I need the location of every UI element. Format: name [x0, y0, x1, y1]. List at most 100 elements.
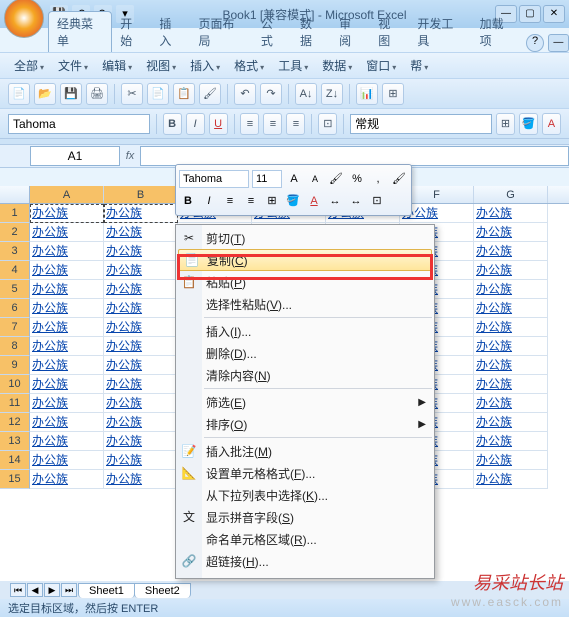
cell-A9[interactable]: 办公族	[30, 356, 104, 375]
mini-italic[interactable]: I	[200, 192, 218, 210]
context-item-2[interactable]: 📋粘贴(P)	[176, 271, 434, 293]
cell-B5[interactable]: 办公族	[104, 280, 178, 299]
cell-G2[interactable]: 办公族	[474, 223, 548, 242]
cell-A7[interactable]: 办公族	[30, 318, 104, 337]
context-item-13[interactable]: 📐设置单元格格式(F)...	[176, 462, 434, 484]
underline-button[interactable]: U	[209, 113, 228, 135]
align-center-icon[interactable]: ≡	[263, 113, 282, 135]
ribbon-tab-7[interactable]: 视图	[370, 12, 409, 52]
print-icon[interactable]: 🖨	[86, 83, 108, 105]
cell-A15[interactable]: 办公族	[30, 470, 104, 489]
context-item-6[interactable]: 删除(D)...	[176, 342, 434, 364]
cell-G7[interactable]: 办公族	[474, 318, 548, 337]
font-color-icon[interactable]: A	[542, 113, 561, 135]
context-item-17[interactable]: 🔗超链接(H)...	[176, 550, 434, 572]
help-button[interactable]: ?	[526, 34, 543, 52]
ribbon-tab-9[interactable]: 加载项	[472, 12, 523, 52]
context-item-16[interactable]: 命名单元格区域(R)...	[176, 528, 434, 550]
redo-icon[interactable]: ↷	[260, 83, 282, 105]
cell-G3[interactable]: 办公族	[474, 242, 548, 261]
cell-A3[interactable]: 办公族	[30, 242, 104, 261]
cell-B11[interactable]: 办公族	[104, 394, 178, 413]
fill-color-icon[interactable]: 🪣	[519, 113, 538, 135]
row-header-10[interactable]: 10	[0, 375, 30, 394]
cell-A8[interactable]: 办公族	[30, 337, 104, 356]
ribbon-tab-6[interactable]: 审阅	[331, 12, 370, 52]
cell-B3[interactable]: 办公族	[104, 242, 178, 261]
format-painter-mini-icon[interactable]: 🖌	[390, 170, 408, 188]
row-header-1[interactable]: 1	[0, 204, 30, 223]
row-header-12[interactable]: 12	[0, 413, 30, 432]
border-icon[interactable]: ⊞	[496, 113, 515, 135]
style-icon[interactable]: 🖌	[327, 170, 345, 188]
cell-G13[interactable]: 办公族	[474, 432, 548, 451]
menu-5[interactable]: 格式▾	[228, 55, 270, 76]
col-header-B[interactable]: B	[104, 186, 178, 203]
mini-dec-inc[interactable]: ↔	[326, 192, 344, 210]
cell-A11[interactable]: 办公族	[30, 394, 104, 413]
formula-input[interactable]	[140, 146, 569, 166]
row-header-5[interactable]: 5	[0, 280, 30, 299]
italic-button[interactable]: I	[186, 113, 205, 135]
cell-B14[interactable]: 办公族	[104, 451, 178, 470]
col-header-G[interactable]: G	[474, 186, 548, 203]
mini-merge[interactable]: ⊡	[368, 192, 386, 210]
mini-dec-dec[interactable]: ↔	[347, 192, 365, 210]
ribbon-tab-0[interactable]: 经典菜单	[48, 11, 112, 52]
cell-G10[interactable]: 办公族	[474, 375, 548, 394]
menu-3[interactable]: 视图▾	[140, 55, 182, 76]
menu-4[interactable]: 插入▾	[184, 55, 226, 76]
mini-size-select[interactable]	[252, 170, 282, 188]
comma-icon[interactable]: ,	[369, 170, 387, 188]
tab-nav-last[interactable]: ⏭	[61, 583, 77, 597]
cell-G9[interactable]: 办公族	[474, 356, 548, 375]
cell-B7[interactable]: 办公族	[104, 318, 178, 337]
cell-A1[interactable]: 办公族	[30, 204, 104, 223]
row-header-13[interactable]: 13	[0, 432, 30, 451]
align-right-icon[interactable]: ≡	[286, 113, 305, 135]
row-header-6[interactable]: 6	[0, 299, 30, 318]
merge-icon[interactable]: ⊡	[318, 113, 337, 135]
ribbon-tab-5[interactable]: 数据	[292, 12, 331, 52]
row-header-7[interactable]: 7	[0, 318, 30, 337]
cell-G1[interactable]: 办公族	[474, 204, 548, 223]
percent-icon[interactable]: %	[348, 170, 366, 188]
tab-nav-next[interactable]: ▶	[44, 583, 60, 597]
mini-align-center[interactable]: ≡	[221, 192, 239, 210]
cell-B8[interactable]: 办公族	[104, 337, 178, 356]
ribbon-tab-1[interactable]: 开始	[112, 12, 151, 52]
ribbon-tab-2[interactable]: 插入	[151, 12, 190, 52]
cell-B12[interactable]: 办公族	[104, 413, 178, 432]
ribbon-tab-3[interactable]: 页面布局	[191, 12, 253, 52]
font-select[interactable]	[8, 114, 150, 134]
cell-A5[interactable]: 办公族	[30, 280, 104, 299]
cell-A10[interactable]: 办公族	[30, 375, 104, 394]
name-box[interactable]: A1	[30, 146, 120, 166]
tab-nav-first[interactable]: ⏮	[10, 583, 26, 597]
menu-2[interactable]: 编辑▾	[96, 55, 138, 76]
row-header-14[interactable]: 14	[0, 451, 30, 470]
mini-bold[interactable]: B	[179, 192, 197, 210]
context-item-9[interactable]: 筛选(E)▶	[176, 391, 434, 413]
paste-icon[interactable]: 📋	[173, 83, 195, 105]
cell-B1[interactable]: 办公族	[104, 204, 178, 223]
tab-nav-prev[interactable]: ◀	[27, 583, 43, 597]
table-icon[interactable]: ⊞	[382, 83, 404, 105]
cell-G4[interactable]: 办公族	[474, 261, 548, 280]
row-header-2[interactable]: 2	[0, 223, 30, 242]
cell-B10[interactable]: 办公族	[104, 375, 178, 394]
grow-font-icon[interactable]: A	[285, 170, 303, 188]
menu-0[interactable]: 全部▾	[8, 55, 50, 76]
cell-A6[interactable]: 办公族	[30, 299, 104, 318]
mini-fill[interactable]: 🪣	[284, 192, 302, 210]
mini-align-right[interactable]: ≡	[242, 192, 260, 210]
cell-A14[interactable]: 办公族	[30, 451, 104, 470]
cell-G14[interactable]: 办公族	[474, 451, 548, 470]
context-item-12[interactable]: 📝插入批注(M)	[176, 440, 434, 462]
shrink-font-icon[interactable]: A	[306, 170, 324, 188]
cell-B4[interactable]: 办公族	[104, 261, 178, 280]
context-item-5[interactable]: 插入(I)...	[176, 320, 434, 342]
close-button[interactable]: ✕	[543, 5, 565, 23]
row-header-15[interactable]: 15	[0, 470, 30, 489]
cell-B2[interactable]: 办公族	[104, 223, 178, 242]
